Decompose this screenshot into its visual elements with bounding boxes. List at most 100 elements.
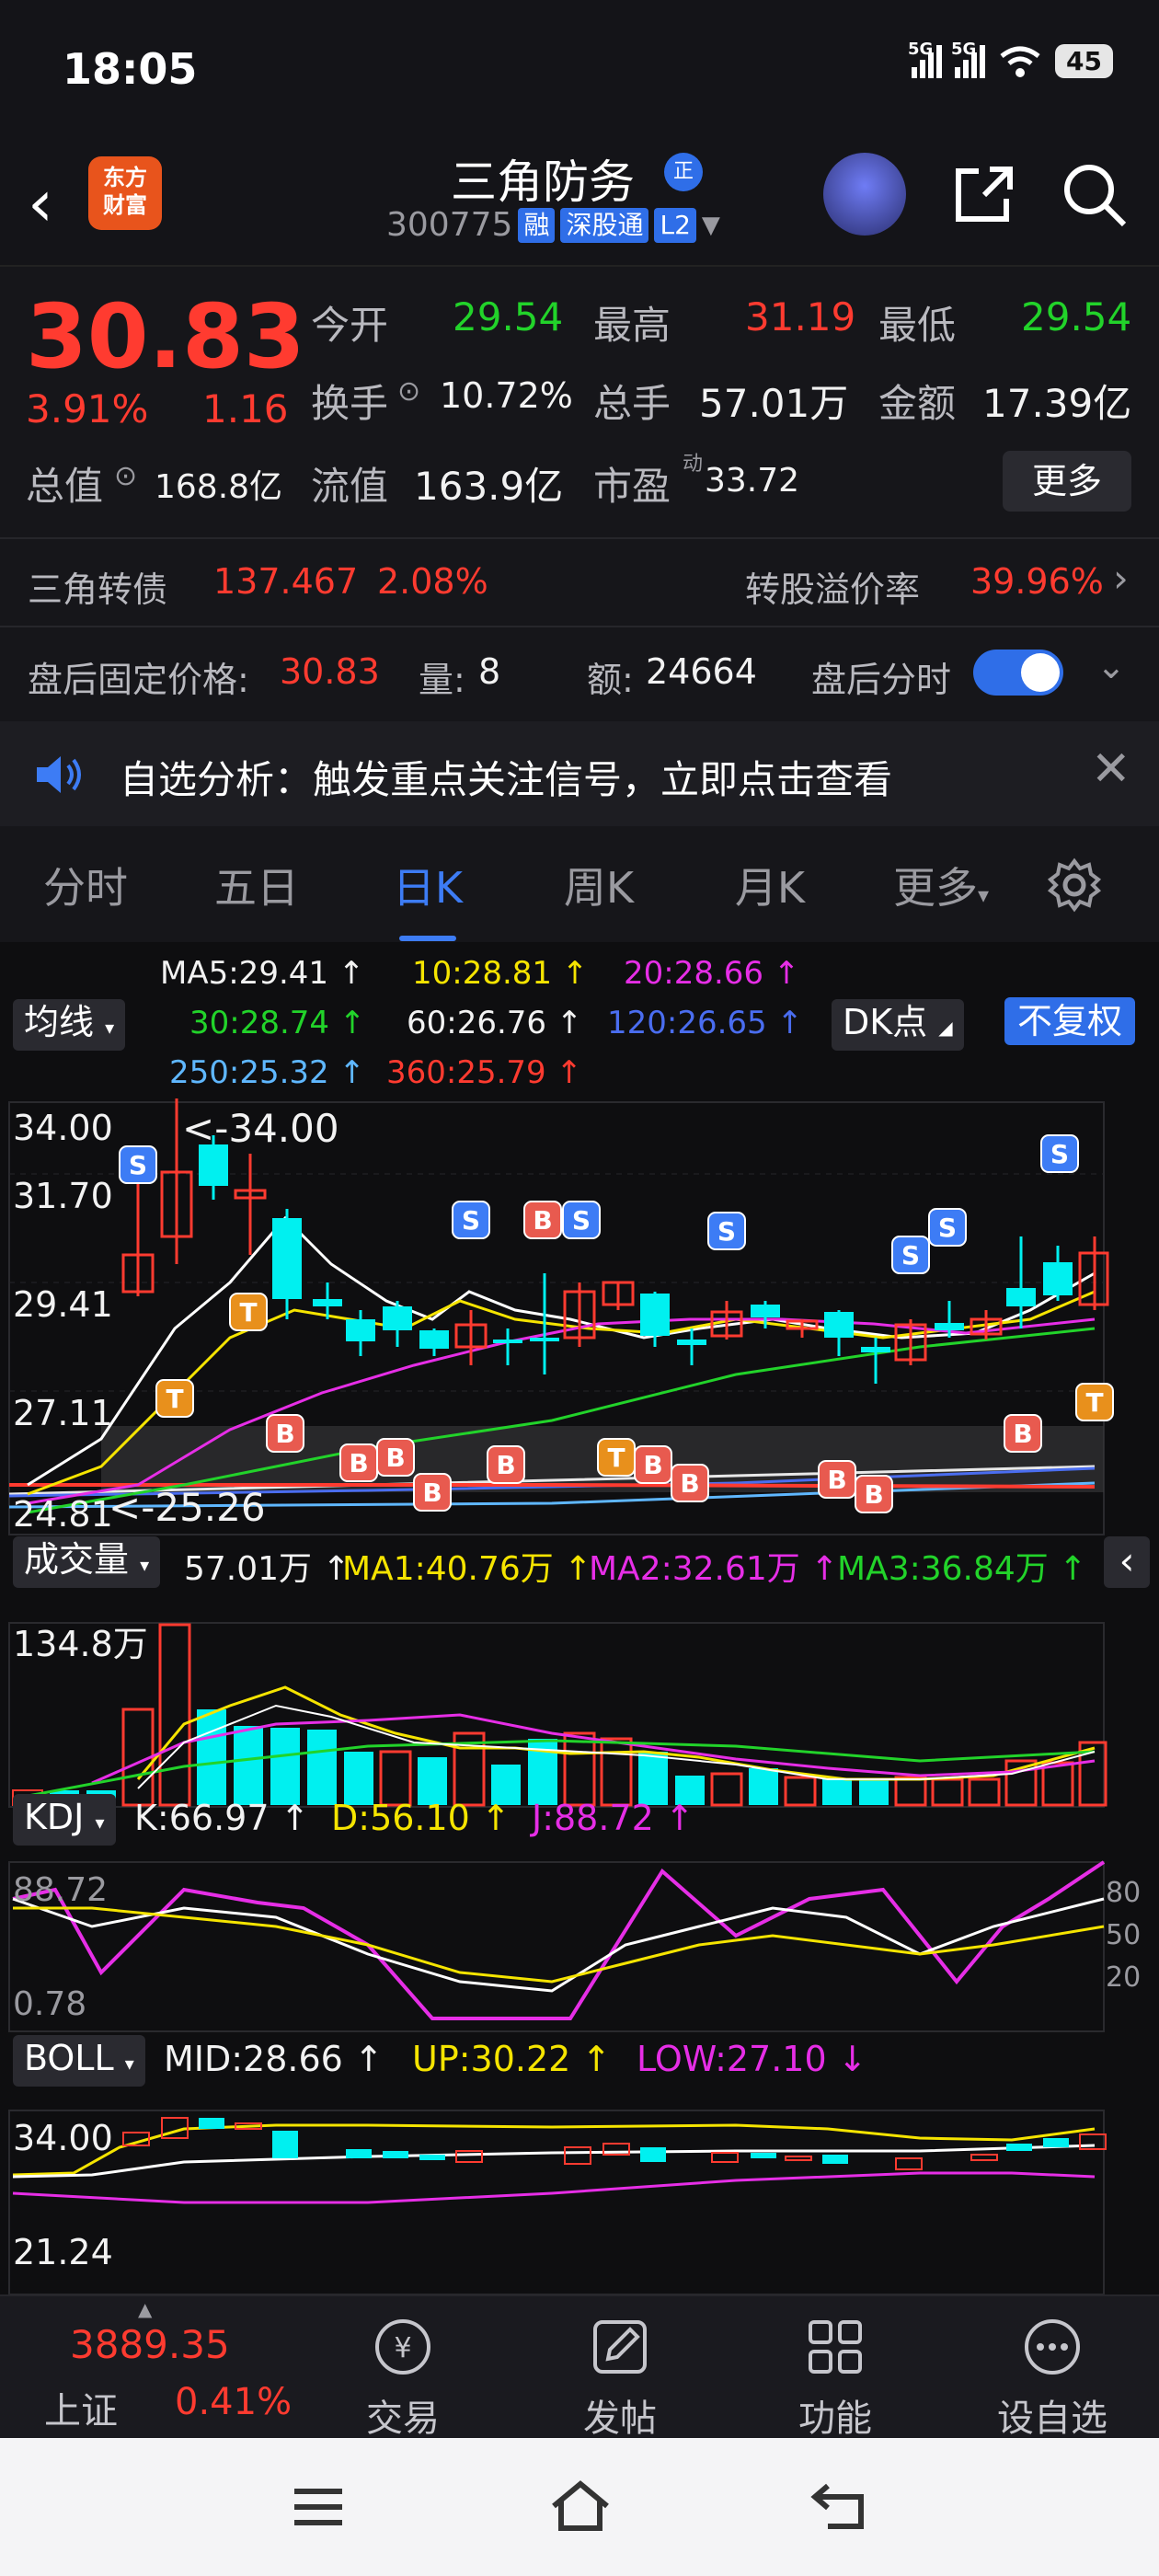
vol-ma1: MA1:40.76万 ↑ [342,1550,592,1588]
svg-text:B: B [864,1479,883,1510]
pe-sup: 动 [683,453,704,476]
index-value[interactable]: 3889.35 [70,2322,230,2367]
index-pct[interactable]: 0.41% [175,2381,292,2423]
svg-text:S: S [901,1240,920,1271]
after-hours-toggle[interactable] [973,650,1063,696]
high-label: 最高 [593,303,671,348]
status-bar: 18:05 5G 5G 45 [0,0,1159,138]
ma360-label: 360:25.79 ↑ [386,1054,582,1091]
premium-label: 转股溢价率 [745,569,921,610]
kdj-ref-20: 20 [1106,1961,1142,1994]
settings-icon[interactable] [1045,856,1104,914]
y-axis-label: 24.81 [13,1494,113,1535]
convertible-bond-row[interactable]: 三角转债 137.467 2.08% 转股溢价率 39.96% › [0,539,1159,626]
tab-daily[interactable]: 日K [342,855,513,941]
chart-area[interactable]: MA5:29.41 ↑ 10:28.81 ↑ 20:28.66 ↑ 均线 ▾ 3… [0,942,1159,2294]
pe-value: 33.72 [705,462,800,500]
bond-name: 三角转债 [28,569,168,610]
status-icons: 5G 5G 45 [908,40,1113,78]
stock-code: 300775 [386,206,513,244]
dk-button[interactable]: DK点 ◢ [832,999,964,1051]
svg-text:T: T [166,1384,183,1414]
menu-icon[interactable] [291,2484,346,2530]
back-nav-icon[interactable] [809,2480,874,2532]
change-amount: 1.16 [202,386,289,431]
ma60-label: 60:26.76 ↑ [407,1005,583,1041]
divider [0,626,1159,627]
boll-y-top: 34.00 [13,2118,113,2158]
close-icon[interactable]: ✕ [1091,742,1131,797]
boll-selector[interactable]: BOLL ▾ [13,2035,145,2087]
grid-icon [809,2320,862,2374]
back-icon[interactable]: ‹ [28,166,53,241]
tab-intraday[interactable]: 分时 [0,855,171,915]
vol-ma3: MA3:36.84万 ↑ [837,1550,1087,1588]
clock: 18:05 [63,44,198,94]
svg-text:B: B [1013,1419,1032,1449]
home-icon[interactable] [548,2478,613,2534]
nav-functions[interactable]: 功能 [762,2315,909,2442]
collapse-arrow-icon[interactable]: ‹ [1104,1536,1150,1588]
notice-banner[interactable]: 自选分析：触发重点关注信号，立即点击查看 ✕ [0,721,1159,826]
pe-label: 市盈 [593,464,671,509]
turnover-value: 10.72% [440,375,573,416]
kdj-ref-50: 50 [1106,1919,1142,1951]
low-label: 最低 [878,303,957,348]
svg-text:S: S [717,1216,736,1247]
after-toggle-label: 盘后分时 [811,660,952,700]
tab-weekly[interactable]: 周K [513,855,684,915]
tab-5day[interactable]: 五日 [171,855,342,915]
chevron-down-icon[interactable]: ▼ [702,212,720,239]
svg-text:B: B [496,1450,515,1480]
svg-text:B: B [643,1450,662,1480]
kdj-j: J:88.72 ↑ [532,1798,694,1838]
after-price: 30.83 [280,651,380,692]
info-icon[interactable]: ⊙ [397,375,420,408]
edit-icon [593,2320,647,2374]
more-button[interactable]: 更多 [1003,451,1131,512]
chevron-down-icon[interactable]: ⌄ [1096,646,1126,686]
quote-panel: 30.83 3.91% 1.16 今开 29.54 最高 31.19 最低 29… [0,267,1159,534]
nav-add-watchlist[interactable]: 设自选 [979,2315,1126,2442]
after-qty: 8 [478,651,501,692]
y-axis-label: 27.11 [13,1393,113,1433]
notice-text: 自选分析：触发重点关注信号，立即点击查看 [120,757,893,802]
ma30-label: 30:28.74 ↑ [189,1005,366,1041]
nav-trade[interactable]: ¥ 交易 [329,2315,476,2442]
kdj-selector[interactable]: KDJ ▾ [13,1794,116,1846]
ma-selector[interactable]: 均线 ▾ [13,999,126,1051]
robot-assistant-icon[interactable] [823,153,906,236]
boll-y-bot: 21.24 [13,2232,113,2272]
max-price-marker: <-34.00 [182,1106,339,1151]
boll-mid: MID:28.66 ↑ [164,2039,384,2079]
svg-text:B: B [533,1205,552,1236]
index-name[interactable]: 上证 [44,2381,118,2434]
turnover-label: 换手 [311,381,389,426]
kdj-k: K:66.97 ↑ [134,1798,310,1838]
svg-text:S: S [462,1205,480,1236]
min-price-marker: <-25.26 [109,1485,266,1530]
tab-more[interactable]: 更多▾ [855,855,1027,915]
kline-chart[interactable]: S S S S S S S B B B B B B B B B B B T T … [0,1098,1159,2294]
search-icon[interactable] [1058,158,1131,232]
premium-value: 39.96% [970,561,1104,602]
volume-selector[interactable]: 成交量 ▾ [13,1536,161,1588]
nav-post[interactable]: 发帖 [546,2315,694,2442]
l2-tag: L2 [654,207,696,243]
open-label: 今开 [311,303,389,348]
info-icon[interactable]: ⊙ [114,460,137,492]
ma10-label: 10:28.81 ↑ [412,955,589,992]
more-dots-icon [1025,2319,1080,2375]
svg-text:T: T [239,1297,257,1328]
share-icon[interactable] [947,158,1021,232]
after-qty-label: 量: [419,660,465,700]
mktcap-label: 总值 [26,464,104,509]
svg-text:B: B [385,1443,405,1473]
adjust-button[interactable]: 不复权 [1004,997,1136,1045]
boll-up: UP:30.22 ↑ [412,2039,612,2079]
svg-text:T: T [1085,1387,1103,1418]
wifi-icon [1000,46,1040,77]
tab-monthly[interactable]: 月K [684,855,855,915]
chevron-right-icon: › [1113,556,1129,601]
ma20-label: 20:28.66 ↑ [624,955,800,992]
